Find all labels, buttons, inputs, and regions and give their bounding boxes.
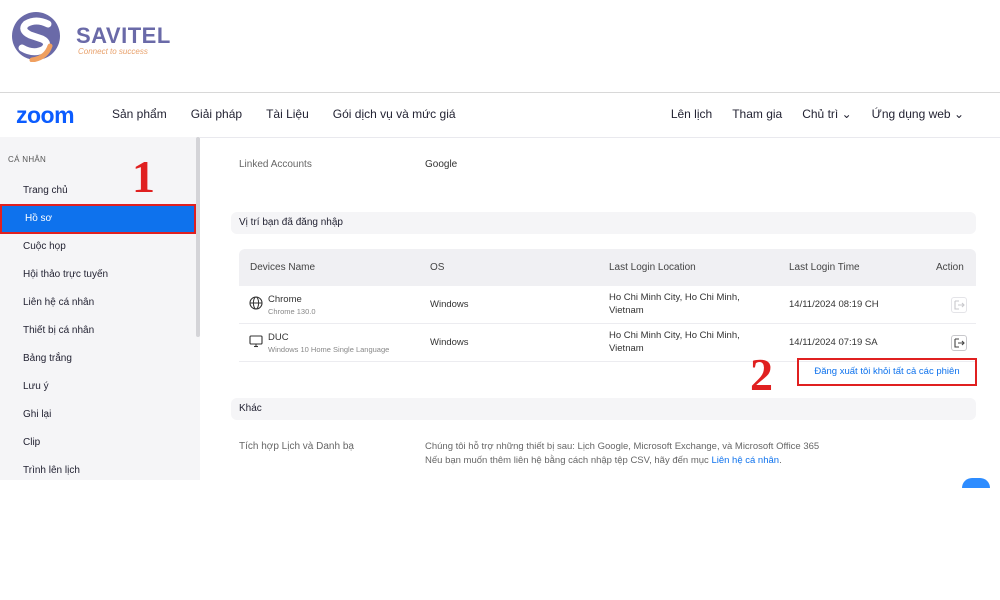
- savitel-s-icon: [12, 12, 60, 62]
- linked-accounts-label: Linked Accounts: [239, 159, 312, 170]
- login-locations-header: Vị trí bạn đã đăng nhập: [231, 212, 976, 234]
- brand-name: SAVITEL: [76, 23, 171, 48]
- nav-solutions[interactable]: Giải pháp: [191, 107, 242, 121]
- chevron-down-icon: ⌄: [950, 107, 964, 121]
- logout-session-button[interactable]: [951, 297, 967, 313]
- login-table-header: Devices Name OS Last Login Location Last…: [239, 249, 976, 286]
- col-device-name: Devices Name: [250, 262, 316, 273]
- login-time: 14/11/2024 08:19 CH: [789, 299, 879, 310]
- sidebar-item-recordings[interactable]: Ghi lại: [0, 401, 196, 429]
- sidebar-item-profile[interactable]: Hồ sơ: [0, 204, 196, 234]
- sidebar-item-whiteboards[interactable]: Bảng trắng: [0, 345, 196, 373]
- zoom-logo[interactable]: zoom: [16, 102, 75, 129]
- login-time: 14/11/2024 07:19 SA: [789, 337, 878, 348]
- linked-accounts-value: Google: [425, 159, 458, 170]
- personal-contacts-link[interactable]: Liên hệ cá nhân: [711, 455, 779, 466]
- sidebar-item-contacts[interactable]: Liên hệ cá nhân: [0, 289, 196, 317]
- integration-support-text: Chúng tôi hỗ trợ những thiết bị sau: Lịc…: [425, 441, 820, 452]
- logout-session-button[interactable]: [951, 335, 967, 351]
- top-navigation: zoom Sản phẩm Giải pháp Tài Liệu Gói dịc…: [0, 93, 1000, 138]
- step-1-annotation: 1: [132, 151, 155, 202]
- nav-host-label: Chủ trì: [802, 107, 839, 121]
- device-version: Chrome 130.0: [268, 307, 316, 316]
- brand-tagline: Connect to success: [78, 47, 148, 56]
- col-os: OS: [430, 262, 445, 273]
- calendar-contacts-label: Tích hợp Lịch và Danh bạ: [239, 441, 354, 452]
- table-row: Chrome Chrome 130.0 Windows Ho Chi Minh …: [239, 286, 976, 324]
- savitel-logo: SAVITEL Connect to success: [10, 10, 170, 65]
- help-chat-button[interactable]: [962, 478, 990, 488]
- nav-resources[interactable]: Tài Liệu: [266, 107, 309, 121]
- device-os: Windows: [430, 299, 469, 310]
- nav-plans-pricing[interactable]: Gói dịch vụ và mức giá: [333, 107, 456, 121]
- sidebar: CÁ NHÂN Trang chủ Hồ sơ Cuộc họp Hội thả…: [0, 137, 200, 480]
- device-version: Windows 10 Home Single Language: [268, 345, 390, 354]
- main-content: Linked Accounts Google Vị trí bạn đã đăn…: [200, 137, 1000, 480]
- other-section-header: Khác: [231, 398, 976, 420]
- sidebar-item-devices[interactable]: Thiết bị cá nhân: [0, 317, 196, 345]
- sign-out-icon: [954, 338, 965, 348]
- calendar-contacts-description: Chúng tôi hỗ trợ những thiết bị sau: Lịc…: [425, 440, 985, 468]
- nav-schedule[interactable]: Lên lịch: [671, 107, 712, 121]
- nav-products[interactable]: Sản phẩm: [112, 107, 167, 121]
- nav-right: Lên lịch Tham gia Chủ trì ⌄ Ứng dụng web…: [671, 107, 964, 121]
- sidebar-item-meetings[interactable]: Cuộc họp: [0, 233, 196, 261]
- table-row: DUC Windows 10 Home Single Language Wind…: [239, 324, 976, 362]
- sidebar-item-clips[interactable]: Clip: [0, 429, 196, 457]
- nav-left: Sản phẩm Giải pháp Tài Liệu Gói dịch vụ …: [112, 107, 456, 121]
- csv-import-text: Nếu bạn muốn thêm liên hệ bằng cách nhập…: [425, 455, 712, 466]
- col-last-login-time: Last Login Time: [789, 262, 860, 273]
- nav-host[interactable]: Chủ trì ⌄: [802, 107, 851, 121]
- nav-web-app[interactable]: Ứng dụng web ⌄: [872, 107, 964, 121]
- col-action: Action: [936, 262, 964, 273]
- step-2-annotation: 2: [750, 349, 773, 400]
- nav-web-app-label: Ứng dụng web: [871, 107, 951, 121]
- chevron-down-icon: ⌄: [838, 107, 852, 121]
- sidebar-item-home[interactable]: Trang chủ: [0, 177, 196, 205]
- period-text: .: [779, 455, 782, 466]
- logout-all-sessions-link[interactable]: Đăng xuất tôi khỏi tất cả các phiên: [797, 358, 977, 386]
- monitor-icon: [249, 335, 263, 348]
- sidebar-section-personal: CÁ NHÂN: [8, 155, 47, 164]
- sidebar-item-scheduler[interactable]: Trình lên lịch: [0, 457, 196, 480]
- col-last-login-location: Last Login Location: [609, 262, 696, 273]
- login-location: Ho Chi Minh City, Ho Chi Minh, Vietnam: [609, 292, 740, 316]
- nav-join[interactable]: Tham gia: [732, 107, 782, 121]
- device-os: Windows: [430, 337, 469, 348]
- login-location: Ho Chi Minh City, Ho Chi Minh, Vietnam: [609, 330, 740, 354]
- sidebar-item-webinars[interactable]: Hội thảo trực tuyến: [0, 261, 196, 289]
- device-name: Chrome: [268, 294, 302, 305]
- sign-out-icon: [954, 300, 965, 310]
- globe-icon: [249, 296, 263, 310]
- sidebar-item-notes[interactable]: Lưu ý: [0, 373, 196, 401]
- device-name: DUC: [268, 332, 289, 343]
